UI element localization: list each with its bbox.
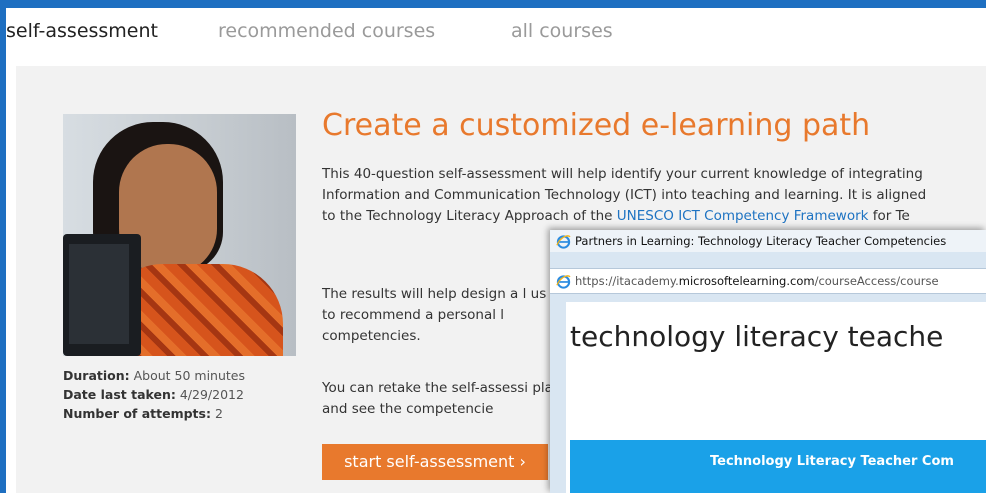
attempts-row: Number of attempts: 2 [63,404,245,423]
tab-recommended-courses[interactable]: recommended courses [218,20,435,42]
popup-heading: technology literacy teache [570,320,944,353]
popup-banner[interactable]: Technology Literacy Teacher Com [570,440,986,493]
attempts-value: 2 [210,406,223,421]
popup-content: technology literacy teache Technology Li… [566,302,986,493]
url-suffix: /courseAccess/course [814,274,939,288]
popup-title-bar[interactable]: Partners in Learning: Technology Literac… [550,230,986,252]
description-paragraph: This 40-question self-assessment will he… [322,164,942,227]
ie-icon [556,235,571,249]
results-paragraph: The results will help design a l us to r… [322,286,547,344]
unesco-link[interactable]: UNESCO ICT Competency Framework [617,208,869,224]
attempts-label: Number of attempts: [63,406,211,421]
assessment-meta: Duration: About 50 minutes Date last tak… [63,366,245,423]
start-self-assessment-button[interactable]: start self-assessment › [322,444,548,480]
page-title: Create a customized e-learning path [322,108,871,143]
popup-banner-text: Technology Literacy Teacher Com [710,454,954,469]
tab-all-courses[interactable]: all courses [511,20,613,42]
profile-photo [63,114,296,356]
address-bar[interactable]: https://itacademy.microsoftelearning.com… [550,268,986,294]
browser-popup-window[interactable]: Partners in Learning: Technology Literac… [550,230,986,493]
popup-title: Partners in Learning: Technology Literac… [575,234,947,248]
date-value: 4/29/2012 [175,387,244,402]
retake-paragraph: You can retake the self-assessi plan and… [322,380,562,417]
duration-value: About 50 minutes [129,368,246,383]
date-row: Date last taken: 4/29/2012 [63,385,245,404]
duration-row: Duration: About 50 minutes [63,366,245,385]
url-domain: microsoftelearning.com [678,274,815,288]
date-label: Date last taken: [63,387,176,402]
description-text-tail: for Te [868,208,910,224]
ie-icon [556,275,571,289]
tab-self-assessment[interactable]: self-assessment [6,20,158,42]
url-prefix: https://itacademy. [575,274,679,288]
tab-bar: self-assessment recommended courses all … [6,8,986,56]
duration-label: Duration: [63,368,130,383]
